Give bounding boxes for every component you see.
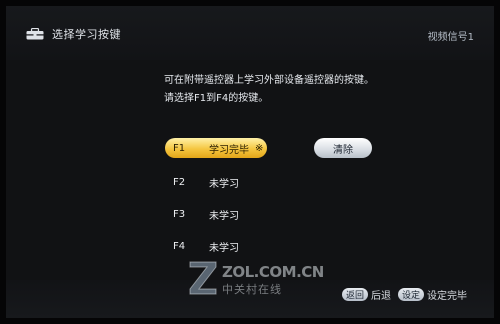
- key-status: 未学习: [209, 178, 239, 190]
- watermark: ZOL.COM.CN 中关村在线: [186, 256, 326, 300]
- toolbox-icon: [26, 28, 44, 40]
- key-status-text: 学习完毕: [209, 144, 249, 156]
- set-hint-label: 设定完毕: [427, 291, 468, 302]
- key-label: F2: [173, 176, 186, 188]
- instructions: 可在附带遥控器上学习外部设备遥控器的按键。 请选择F1到F4的按键。: [164, 72, 424, 108]
- back-key-button[interactable]: 返回: [342, 288, 369, 301]
- back-hint: 返回 后退: [342, 287, 391, 302]
- page-title: 选择学习按键: [52, 28, 121, 41]
- key-row-f1[interactable]: F1 学习完毕 ※: [165, 138, 267, 158]
- key-label: F1: [173, 142, 186, 154]
- key-row-f3[interactable]: F3 未学习: [165, 204, 355, 224]
- screen: 选择学习按键 视频信号1 可在附带遥控器上学习外部设备遥控器的按键。 请选择F1…: [0, 0, 500, 324]
- key-row-f2[interactable]: F2 未学习: [165, 172, 355, 192]
- zol-logo-icon: [189, 261, 217, 295]
- key-label: F4: [173, 240, 186, 252]
- key-row-f4[interactable]: F4 未学习: [165, 236, 355, 256]
- input-signal-label: 视频信号1: [427, 32, 474, 43]
- watermark-name: 中关村在线: [222, 283, 282, 296]
- watermark-site: ZOL.COM.CN: [222, 263, 324, 281]
- key-status: 未学习: [209, 242, 239, 254]
- instruction-line-2: 请选择F1到F4的按键。: [164, 93, 269, 104]
- key-status: 学习完毕 ※: [209, 141, 263, 156]
- key-label: F3: [173, 208, 186, 220]
- set-hint: 设定 设定完毕: [398, 287, 467, 302]
- key-status: 未学习: [209, 210, 239, 222]
- back-hint-label: 后退: [371, 291, 392, 302]
- set-key-button[interactable]: 设定: [398, 288, 425, 301]
- learned-mark: ※: [255, 142, 264, 154]
- instruction-line-1: 可在附带遥控器上学习外部设备遥控器的按键。: [164, 75, 374, 86]
- clear-button[interactable]: 清除: [314, 138, 372, 158]
